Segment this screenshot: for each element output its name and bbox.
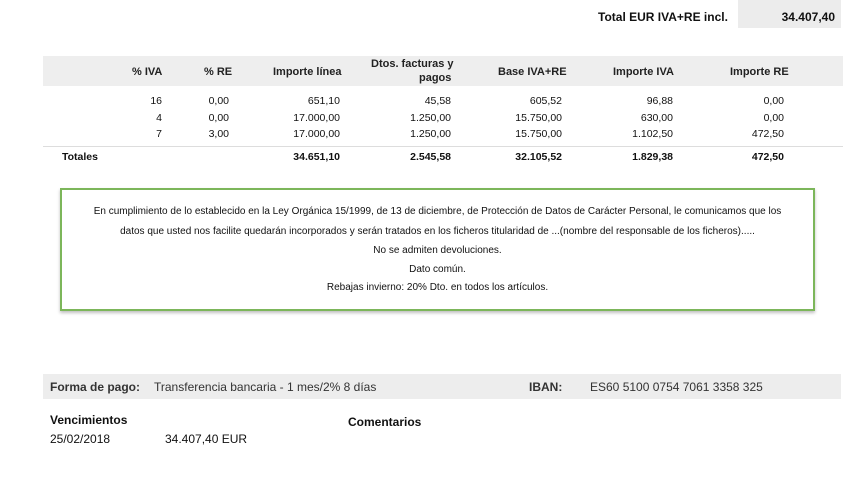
comentarios-label: Comentarios [348,415,422,429]
cell-importe-iva: 630,00 [640,112,673,124]
vencimiento-date: 25/02/2018 [50,432,111,446]
cell-iva: 7 [156,128,162,140]
totals-separator [43,146,843,147]
vencimientos-label: Vencimientos [50,413,128,427]
total-base: 32.105,52 [515,151,562,163]
notice-line: Rebajas invierno: 20% Dto. en todos los … [326,282,549,293]
table-header: % IVA % RE Importe línea Dtos. facturas … [43,56,843,86]
total-importe-iva: 1.829,38 [632,151,673,163]
cell-importe-linea: 651,10 [307,95,340,107]
header-base: Base IVA+RE [498,66,567,78]
total-label: Total EUR IVA+RE incl. [598,10,728,24]
cell-re: 0,00 [208,95,229,107]
cell-re: 0,00 [208,112,229,124]
payment-value: Transferencia bancaria - 1 mes/2% 8 días [154,380,377,394]
notice-line: No se admiten devoluciones. [373,245,502,256]
header-dtos: Dtos. facturas y [371,58,454,70]
cell-dtos: 1.250,00 [410,128,451,140]
cell-importe-re: 0,00 [763,112,784,124]
header-importe-iva: Importe IVA [613,66,674,78]
header-re: % RE [204,66,233,78]
header-importe-linea: Importe línea [273,66,342,78]
cell-iva: 4 [156,112,162,124]
cell-dtos: 1.250,00 [410,112,451,124]
totals-label: Totales [62,151,98,163]
total-importe-re: 472,50 [751,151,784,163]
iban-value: ES60 5100 0754 7061 3358 325 [590,380,763,394]
vencimiento-amount: 34.407,40 EUR [165,432,248,446]
cell-base: 605,52 [529,95,562,107]
cell-importe-re: 472,50 [751,128,784,140]
payment-bar: Forma de pago: Transferencia bancaria - … [43,374,841,399]
cell-iva: 16 [150,95,162,107]
notice-line: Dato común. [409,264,466,275]
cell-importe-re: 0,00 [763,95,784,107]
cell-base: 15.750,00 [515,112,562,124]
cell-re: 3,00 [208,128,229,140]
total-value: 34.407,40 [781,10,835,24]
total-importe-linea: 34.651,10 [293,151,340,163]
header-dtos-pagos: pagos [419,72,452,84]
header-iva: % IVA [132,66,163,78]
notice-line: datos que usted nos facilite quedarán in… [120,226,755,237]
iban-label: IBAN: [529,380,563,394]
cell-importe-linea: 17.000,00 [293,128,340,140]
notice-line: En cumplimiento de lo establecido en la … [93,206,782,217]
total-dtos: 2.545,58 [410,151,451,163]
cell-importe-iva: 1.102,50 [632,128,673,140]
payment-label: Forma de pago: [50,380,141,394]
legal-notice-box: En cumplimiento de lo establecido en la … [60,188,815,311]
cell-importe-iva: 96,88 [646,95,673,107]
header-importe-re: Importe RE [730,66,789,78]
total-box: 34.407,40 [738,0,841,28]
cell-base: 15.750,00 [515,128,562,140]
cell-importe-linea: 17.000,00 [293,112,340,124]
cell-dtos: 45,58 [424,95,451,107]
